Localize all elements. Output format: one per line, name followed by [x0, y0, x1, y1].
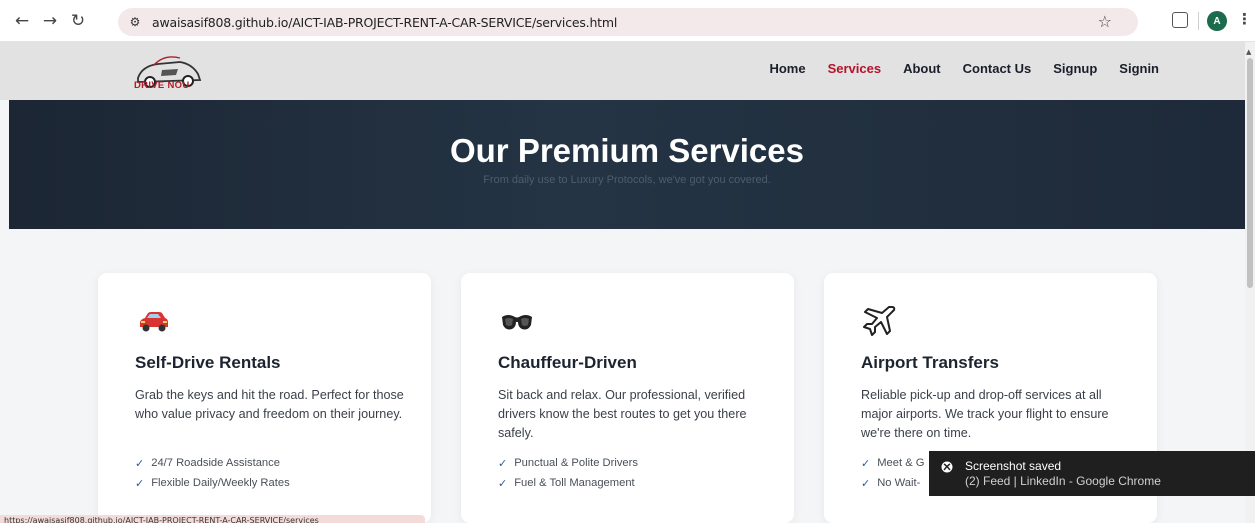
feature-list: ✓ 24/7 Roadside Assistance ✓ Flexible Dail…	[135, 453, 290, 493]
bookmark-star-icon[interactable]: ☆	[1098, 12, 1112, 31]
back-arrow-icon[interactable]: ←	[8, 7, 36, 35]
service-card-chauffeur: Chauffeur-Driven Sit back and relax. Our…	[461, 273, 794, 523]
service-card-self-drive: Self-Drive Rentals Grab the keys and hit…	[98, 273, 431, 523]
card-title: Chauffeur-Driven	[498, 353, 637, 372]
hero-subtitle: From daily use to Luxury Protocols, we'v…	[483, 174, 771, 186]
reload-icon[interactable]: ↻	[64, 7, 92, 35]
list-item: ✓ Punctual & Polite Drivers	[498, 456, 638, 470]
profile-avatar[interactable]: A	[1207, 11, 1227, 31]
nav-signin[interactable]: Signin	[1119, 61, 1159, 76]
nav-about[interactable]: About	[903, 61, 941, 76]
card-description: Grab the keys and hit the road. Perfect …	[135, 388, 404, 421]
scrollbar-thumb[interactable]	[1247, 58, 1253, 288]
list-item: ✓ Fuel & Toll Management	[498, 476, 635, 490]
check-icon: ✓	[135, 456, 145, 470]
check-icon: ✓	[861, 476, 871, 490]
feature-list: ✓ Punctual & Polite Drivers ✓ Fuel & Toll …	[498, 453, 638, 493]
toolbar-divider	[1198, 12, 1199, 30]
check-icon: ✓	[498, 476, 508, 490]
nav-home[interactable]: Home	[769, 61, 805, 76]
sunglasses-icon	[502, 315, 532, 330]
logo-text: DRIVE NOU	[134, 80, 190, 91]
hero-banner: Our Premium Services From daily use to L…	[9, 100, 1245, 229]
forward-arrow-icon[interactable]: →	[36, 7, 64, 35]
list-item: ✓ 24/7 Roadside Assistance	[135, 456, 280, 470]
extensions-icon[interactable]	[1172, 12, 1188, 28]
nav-signup[interactable]: Signup	[1053, 61, 1097, 76]
list-item: ✓ Flexible Daily/Weekly Rates	[135, 476, 290, 490]
url-text: awaisasif808.github.io/AICT-IAB-PROJECT-…	[152, 14, 618, 30]
airplane-icon	[863, 306, 896, 336]
scroll-up-arrow-icon[interactable]: ▲	[1246, 48, 1251, 56]
xbox-icon	[941, 461, 953, 473]
card-description: Reliable pick-up and drop-off services a…	[861, 388, 1109, 440]
address-bar[interactable]: ⚙ awaisasif808.github.io/AICT-IAB-PROJEC…	[118, 8, 1138, 36]
card-title: Airport Transfers	[861, 353, 999, 372]
list-item: ✓ Meet & G	[861, 456, 925, 470]
hero-title: Our Premium Services	[449, 132, 804, 169]
nav-links: Home Services About Contact Us Signup Si…	[747, 61, 1159, 76]
feature-list: ✓ Meet & G ✓ No Wait-	[861, 453, 924, 493]
nav-services[interactable]: Services	[828, 61, 882, 76]
site-settings-icon[interactable]: ⚙	[122, 9, 148, 35]
status-bar-url: https://awaisasif808.github.io/AICT-IAB-…	[0, 515, 425, 523]
check-icon: ✓	[135, 476, 145, 490]
check-icon: ✓	[861, 456, 871, 470]
card-title: Self-Drive Rentals	[135, 353, 281, 372]
car-icon	[140, 312, 168, 332]
list-item: ✓ No Wait-	[861, 476, 921, 490]
check-icon: ✓	[498, 456, 508, 470]
browser-toolbar: ← → ↻ ⚙ awaisasif808.github.io/AICT-IAB-…	[0, 0, 1255, 42]
screenshot-notification[interactable]: Screenshot saved (2) Feed | LinkedIn - G…	[929, 451, 1255, 496]
nav-contact[interactable]: Contact Us	[963, 61, 1032, 76]
card-description: Sit back and relax. Our professional, ve…	[498, 388, 747, 440]
notification-subtitle: (2) Feed | LinkedIn - Google Chrome	[965, 474, 1161, 488]
notification-title: Screenshot saved	[965, 459, 1062, 473]
kebab-menu-icon[interactable]: ⋮	[1237, 10, 1252, 28]
